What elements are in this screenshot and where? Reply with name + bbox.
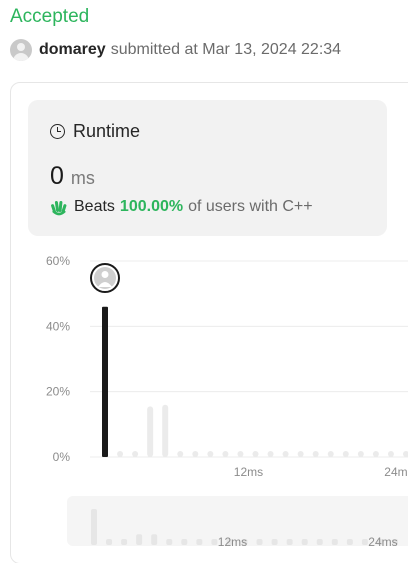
distribution-bar [387,451,394,457]
highlighted-bar [102,306,108,457]
overview-bar [106,539,113,545]
y-tick-label: 20% [46,385,70,399]
x-tick-label: 24ms [384,465,408,479]
user-marker-head [101,271,109,278]
overview-bar [181,539,188,545]
distribution-bar [192,451,199,457]
overview-bar [151,534,158,545]
distribution-bar [297,451,304,457]
overview-bar [256,539,263,545]
distribution-bar [252,451,259,457]
distribution-bar [327,451,334,457]
distribution-bar [403,451,408,457]
overview-bar [286,539,293,545]
submission-detail-page: Accepted domarey submitted at Mar 13, 20… [0,0,408,563]
overview-x-tick-label: 12ms [218,535,247,549]
distribution-bar [342,451,349,457]
distribution-bar [147,406,154,457]
runtime-distribution-chart: 60% 40% 20% 0% 12ms 24ms 12ms 24ms [46,254,408,549]
overview-bar [361,539,368,545]
y-tick-label: 0% [53,450,71,464]
distribution-bar [312,451,319,457]
distribution-bar [282,451,289,457]
distribution-bar [237,451,244,457]
distribution-bar [207,451,214,457]
overview-bar [346,539,353,545]
overview-bar [166,539,173,545]
overview-bar [121,539,128,545]
distribution-bar [177,451,184,457]
distribution-bar [222,451,229,457]
overview-x-tick-label: 24ms [368,535,397,549]
distribution-bar [117,451,124,457]
x-tick-label: 12ms [234,465,263,479]
overview-bar [271,539,278,545]
distribution-bar [162,404,169,457]
overview-bar [331,539,338,545]
overview-bar [91,509,97,545]
y-tick-label: 40% [46,319,70,333]
distribution-bar [357,451,364,457]
overview-bar [301,539,308,545]
overview-bar [211,539,218,545]
distribution-bar [267,451,274,457]
overview-bar [196,539,203,545]
y-tick-label: 60% [46,254,70,268]
overview-bar [136,534,143,545]
distribution-bar [372,451,379,457]
distribution-bar [132,451,139,457]
overview-bar [316,539,323,545]
